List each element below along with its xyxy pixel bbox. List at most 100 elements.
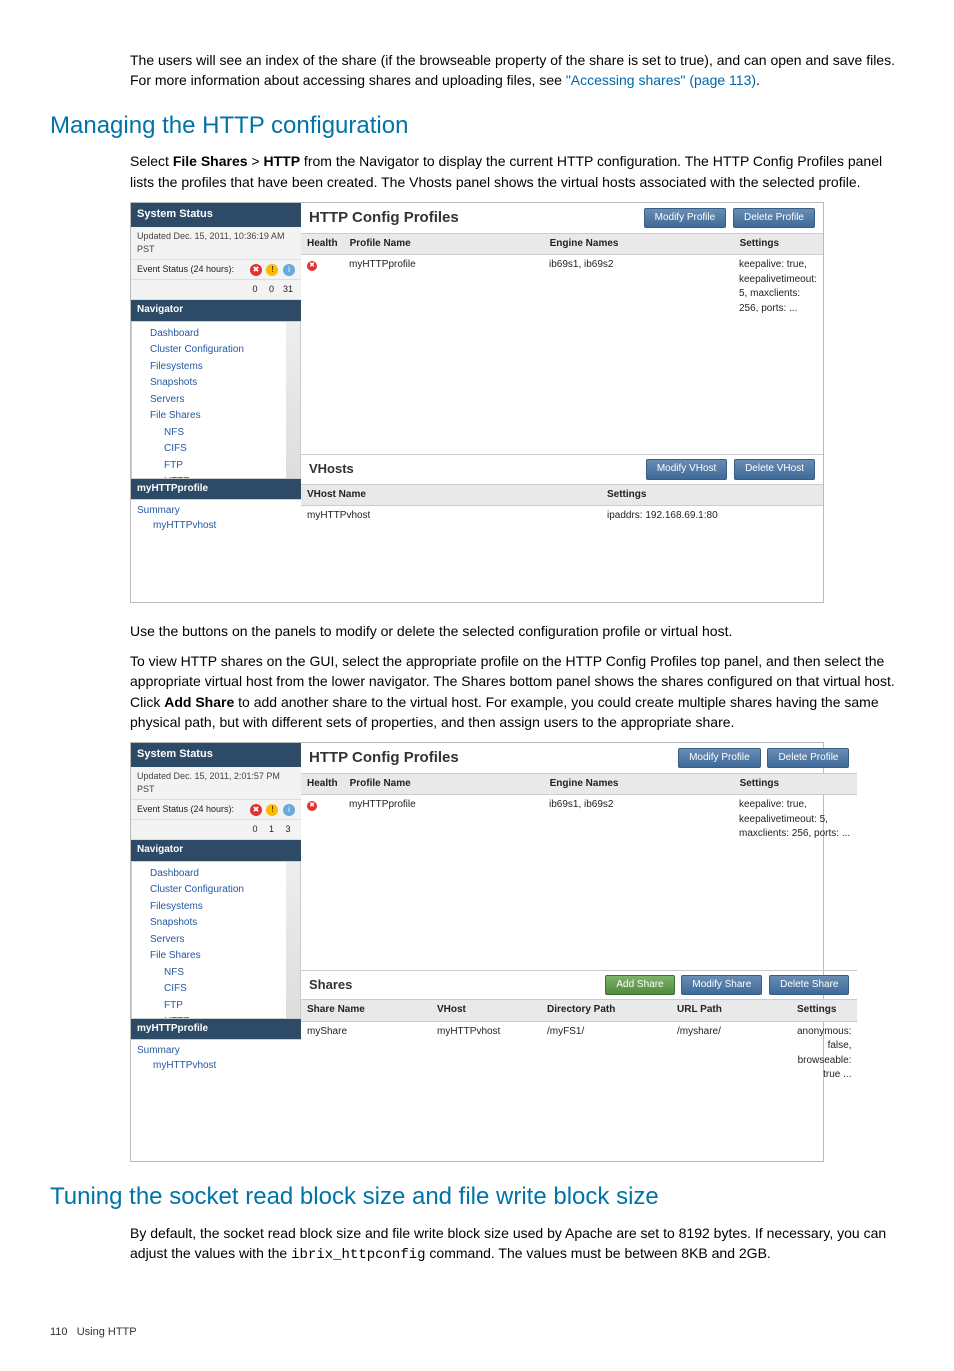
cell-vhost-settings: ipaddrs: 192.168.69.1:80 bbox=[601, 506, 823, 527]
nav-item-filesystems[interactable]: Filesystems bbox=[136, 359, 296, 376]
cell-share-name: myShare bbox=[301, 1022, 431, 1086]
vhosts-table-row[interactable]: myHTTPvhost ipaddrs: 192.168.69.1:80 bbox=[301, 506, 823, 527]
page-footer: 110 Using HTTP bbox=[50, 1325, 904, 1341]
system-status-header: System Status bbox=[131, 743, 301, 767]
text: . bbox=[756, 72, 760, 88]
health-status-icon: ✖ bbox=[307, 261, 317, 271]
nav-item-dashboard[interactable]: Dashboard bbox=[136, 326, 296, 343]
info-icon: i bbox=[283, 804, 295, 816]
modify-profile-button[interactable]: Modify Profile bbox=[644, 208, 727, 229]
modify-profile-button[interactable]: Modify Profile bbox=[678, 748, 761, 769]
nav-item-cluster[interactable]: Cluster Configuration bbox=[136, 342, 296, 359]
col-settings: Settings bbox=[734, 774, 858, 795]
modify-share-button[interactable]: Modify Share bbox=[681, 975, 762, 996]
subnav-vhost[interactable]: myHTTPvhost bbox=[137, 519, 295, 534]
nav-sub-http[interactable]: HTTP bbox=[136, 1014, 296, 1019]
warning-icon: ! bbox=[266, 264, 278, 276]
count-info: 31 bbox=[281, 283, 295, 296]
nav-item-servers[interactable]: Servers bbox=[136, 932, 296, 949]
event-status-label: Event Status (24 hours): bbox=[137, 263, 234, 276]
screenshot-http-config-vhosts: System Status Updated Dec. 15, 2011, 10:… bbox=[130, 202, 824, 603]
cell-settings: keepalive: true, keepalivetimeout: 5, ma… bbox=[733, 255, 823, 319]
cell-settings: keepalive: true, keepalivetimeout: 5, ma… bbox=[733, 795, 857, 845]
nav-sub-cifs[interactable]: CIFS bbox=[136, 441, 296, 458]
subnav-summary[interactable]: Summary bbox=[137, 1044, 295, 1059]
panel-title-vhosts: VHosts bbox=[309, 460, 354, 479]
event-counts: 0 0 31 bbox=[248, 283, 295, 296]
shares-table-header: Share Name VHost Directory Path URL Path… bbox=[301, 999, 857, 1022]
profiles-table-header: Health Profile Name Engine Names Setting… bbox=[301, 233, 823, 256]
add-share-button[interactable]: Add Share bbox=[605, 975, 674, 996]
nav-sub-nfs[interactable]: NFS bbox=[136, 425, 296, 442]
cell-directory-path: /myFS1/ bbox=[541, 1022, 671, 1086]
cell-vhost-name: myHTTPvhost bbox=[301, 506, 601, 527]
cell-engine-names: ib69s1, ib69s2 bbox=[543, 795, 733, 845]
nav-sub-ftp[interactable]: FTP bbox=[136, 458, 296, 475]
heading-managing-http: Managing the HTTP configuration bbox=[50, 109, 904, 144]
delete-profile-button[interactable]: Delete Profile bbox=[733, 208, 815, 229]
navigator-header: Navigator bbox=[131, 840, 301, 861]
bold-file-shares: File Shares bbox=[173, 153, 248, 169]
col-profile-name: Profile Name bbox=[344, 234, 544, 255]
profiles-table-row[interactable]: ✖ myHTTPprofile ib69s1, ib69s2 keepalive… bbox=[301, 795, 857, 845]
warning-icon: ! bbox=[266, 804, 278, 816]
navigator-header: Navigator bbox=[131, 300, 301, 321]
profiles-table-row[interactable]: ✖ myHTTPprofile ib69s1, ib69s2 keepalive… bbox=[301, 255, 823, 319]
link-accessing-shares[interactable]: "Accessing shares" (page 113) bbox=[566, 72, 756, 88]
code-ibrix-httpconfig: ibrix_httpconfig bbox=[291, 1247, 425, 1263]
nav-item-fileshares[interactable]: File Shares bbox=[136, 408, 296, 425]
delete-profile-button[interactable]: Delete Profile bbox=[767, 748, 849, 769]
nav-item-snapshots[interactable]: Snapshots bbox=[136, 375, 296, 392]
cell-share-settings: anonymous: false, browseable: true ... bbox=[791, 1022, 857, 1086]
empty-area bbox=[301, 1086, 857, 1161]
text: > bbox=[248, 153, 264, 169]
col-directory-path: Directory Path bbox=[541, 1000, 671, 1021]
updated-timestamp: Updated Dec. 15, 2011, 10:36:19 AM PST bbox=[131, 227, 301, 260]
empty-area bbox=[301, 319, 823, 454]
nav-sub-nfs[interactable]: NFS bbox=[136, 965, 296, 982]
delete-vhost-button[interactable]: Delete VHost bbox=[734, 459, 815, 480]
cell-url-path: /myshare/ bbox=[671, 1022, 791, 1086]
bold-add-share: Add Share bbox=[164, 694, 234, 710]
col-vhost-settings: Settings bbox=[601, 485, 823, 506]
section2-paragraph: By default, the socket read block size a… bbox=[130, 1223, 904, 1266]
profile-header: myHTTPprofile bbox=[131, 479, 301, 500]
nav-item-filesystems[interactable]: Filesystems bbox=[136, 899, 296, 916]
screenshot-http-config-shares: System Status Updated Dec. 15, 2011, 2:0… bbox=[130, 742, 824, 1162]
nav-item-snapshots[interactable]: Snapshots bbox=[136, 915, 296, 932]
col-vhost: VHost bbox=[431, 1000, 541, 1021]
text: Select bbox=[130, 153, 173, 169]
nav-sub-cifs[interactable]: CIFS bbox=[136, 981, 296, 998]
col-settings: Settings bbox=[734, 234, 823, 255]
subnav-summary[interactable]: Summary bbox=[137, 504, 295, 519]
scrollbar[interactable] bbox=[286, 322, 300, 478]
count-warn: 1 bbox=[264, 823, 278, 836]
panel-title-shares: Shares bbox=[309, 976, 352, 995]
subnav-vhost[interactable]: myHTTPvhost bbox=[137, 1059, 295, 1074]
navigator-tree[interactable]: Dashboard Cluster Configuration Filesyst… bbox=[131, 321, 301, 479]
info-icon: i bbox=[283, 264, 295, 276]
nav-item-dashboard[interactable]: Dashboard bbox=[136, 866, 296, 883]
shares-table-row[interactable]: myShare myHTTPvhost /myFS1/ /myshare/ an… bbox=[301, 1022, 857, 1086]
nav-sub-ftp[interactable]: FTP bbox=[136, 998, 296, 1015]
nav-item-fileshares[interactable]: File Shares bbox=[136, 948, 296, 965]
count-info: 3 bbox=[281, 823, 295, 836]
mid-paragraph-2: To view HTTP shares on the GUI, select t… bbox=[130, 651, 904, 732]
count-warn: 0 bbox=[264, 283, 278, 296]
col-url-path: URL Path bbox=[671, 1000, 791, 1021]
nav-sub-http[interactable]: HTTP bbox=[136, 474, 296, 479]
navigator-tree[interactable]: Dashboard Cluster Configuration Filesyst… bbox=[131, 861, 301, 1019]
page-number: 110 bbox=[50, 1326, 68, 1338]
count-error: 0 bbox=[248, 283, 262, 296]
panel-title-http-config: HTTP Config Profiles bbox=[309, 207, 459, 229]
text: The users will see an index of the share… bbox=[130, 52, 895, 88]
nav-item-cluster[interactable]: Cluster Configuration bbox=[136, 882, 296, 899]
empty-area bbox=[301, 527, 823, 602]
nav-item-servers[interactable]: Servers bbox=[136, 392, 296, 409]
mid-paragraph-1: Use the buttons on the panels to modify … bbox=[130, 621, 904, 641]
col-health: Health bbox=[301, 234, 344, 255]
error-icon: ✖ bbox=[250, 804, 262, 816]
delete-share-button[interactable]: Delete Share bbox=[769, 975, 849, 996]
modify-vhost-button[interactable]: Modify VHost bbox=[646, 459, 727, 480]
scrollbar[interactable] bbox=[286, 862, 300, 1018]
